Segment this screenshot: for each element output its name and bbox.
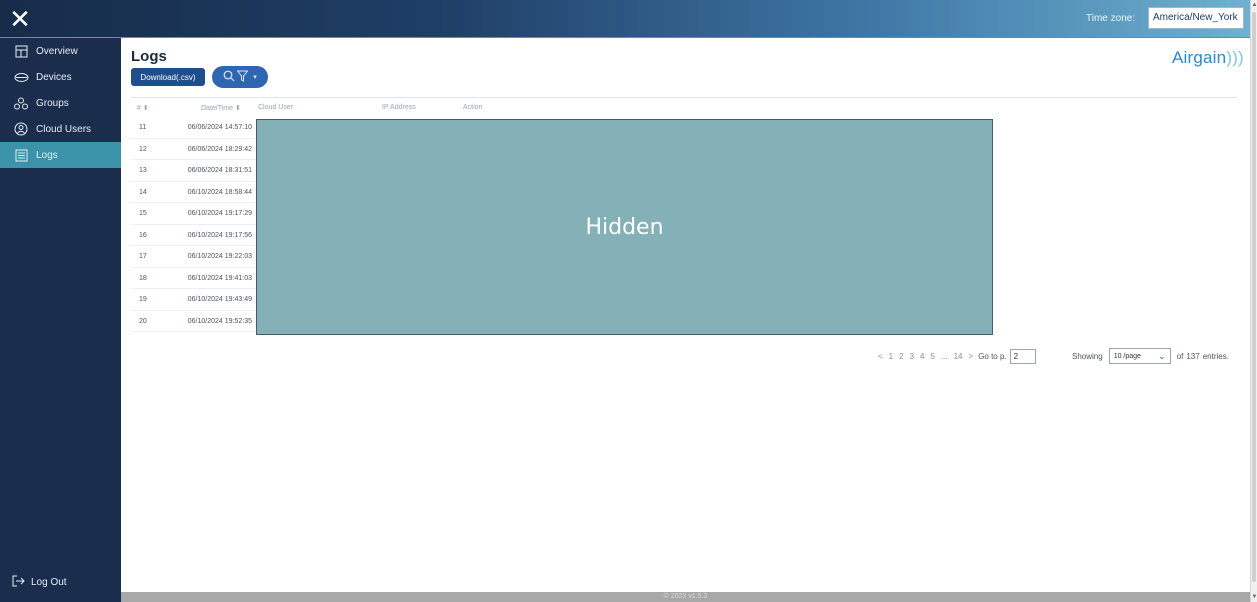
prev-page-button[interactable]: < xyxy=(878,352,883,361)
sidebar-item-devices[interactable]: Devices xyxy=(0,64,121,90)
table-row: 17 06/10/2024 19:22:03 xyxy=(131,246,256,268)
page-size-value: 10 /page xyxy=(1113,352,1141,360)
scroll-up-icon[interactable]: ▲ xyxy=(1251,0,1257,10)
row-index: 18 xyxy=(139,274,147,282)
showing-label: Showing xyxy=(1072,351,1103,361)
row-datetime: 06/10/2024 19:17:29 xyxy=(187,210,252,217)
filter-icon xyxy=(236,70,249,85)
sidebar-item-groups[interactable]: Groups xyxy=(0,90,121,116)
search-icon xyxy=(223,70,235,85)
sidebar: Overview Devices Groups Cloud Users Logs xyxy=(0,38,121,602)
row-index: 17 xyxy=(139,253,147,260)
redacted-label: Hidden xyxy=(585,214,664,240)
page-scrollbar[interactable]: ▲ ▼ xyxy=(1250,0,1257,602)
page-link-3[interactable]: 3 xyxy=(910,352,914,361)
entries-label: entries. xyxy=(1202,351,1229,361)
row-datetime: 06/06/2024 18:31:51 xyxy=(187,167,252,174)
groups-icon xyxy=(12,96,30,110)
sidebar-item-label: Groups xyxy=(36,97,69,109)
page-link-2[interactable]: 2 xyxy=(899,352,903,361)
devices-icon xyxy=(12,70,30,84)
page-ellipsis: ... xyxy=(940,351,948,361)
table-row: 20 06/10/2024 19:52:35 xyxy=(131,311,256,332)
table-row: 19 06/10/2024 19:43:49 xyxy=(131,289,256,311)
search-filter-button[interactable]: ▾ xyxy=(212,66,268,88)
divider xyxy=(131,97,1237,98)
scrollbar-thumb[interactable] xyxy=(1252,12,1256,582)
pagination: < 1 2 3 4 5 ... 14 > Go to p. 2 xyxy=(875,348,1036,364)
total-entries: 137 xyxy=(1186,351,1200,361)
chevron-down-icon: ▾ xyxy=(253,74,257,81)
footer: © 2023 v1.5.3 xyxy=(121,592,1250,602)
entries-summary: Showing 10 /page ⌄ of 137 entries. xyxy=(1072,348,1229,364)
sidebar-item-overview[interactable]: Overview xyxy=(0,38,121,64)
row-datetime: 06/06/2024 14:57:10 xyxy=(187,124,252,131)
page-link-1[interactable]: 1 xyxy=(889,352,893,361)
sidebar-item-cloud-users[interactable]: Cloud Users xyxy=(0,116,121,142)
table-row: 11 06/06/2024 14:57:10 xyxy=(131,117,256,139)
logout-button[interactable]: Log Out xyxy=(12,575,67,590)
page-link-5[interactable]: 5 xyxy=(930,352,934,361)
row-datetime: 06/10/2024 19:52:35 xyxy=(187,317,252,325)
overview-icon xyxy=(12,44,30,58)
sidebar-item-label: Cloud Users xyxy=(36,123,92,135)
table-row: 14 06/10/2024 18:58:44 xyxy=(131,182,256,203)
row-datetime: 06/10/2024 19:17:56 xyxy=(187,231,252,239)
row-index: 12 xyxy=(139,145,147,153)
brand-logo: Airgain))) xyxy=(1172,48,1244,68)
table-row: 12 06/06/2024 18:29:42 xyxy=(131,139,256,160)
cloud-users-icon xyxy=(12,122,30,136)
sidebar-item-label: Overview xyxy=(36,45,78,57)
column-header-index[interactable]: # ⬍ xyxy=(137,104,149,112)
download-csv-button[interactable]: Download(.csv) xyxy=(131,68,205,86)
table-row: 15 06/10/2024 19:17:29 xyxy=(131,203,256,225)
row-datetime: 06/10/2024 19:43:49 xyxy=(187,296,252,303)
timezone-label: Time zone: xyxy=(1086,13,1136,24)
of-label: of xyxy=(1176,351,1184,361)
row-datetime: 06/10/2024 19:41:03 xyxy=(187,274,252,282)
timezone-select[interactable]: America/New_York xyxy=(1148,7,1244,29)
row-index: 19 xyxy=(139,296,147,303)
row-datetime: 06/06/2024 18:29:42 xyxy=(187,145,252,153)
column-header-action: Action xyxy=(463,104,483,111)
logout-icon xyxy=(12,575,25,590)
column-header-ip-address: IP Address xyxy=(382,104,416,111)
row-index: 14 xyxy=(139,188,147,196)
page-size-select[interactable]: 10 /page ⌄ xyxy=(1108,348,1171,364)
column-header-cloud-user: Cloud User xyxy=(258,104,294,111)
row-index: 20 xyxy=(139,317,147,325)
chevron-down-icon: ⌄ xyxy=(1158,350,1166,361)
row-index: 11 xyxy=(139,124,147,131)
row-index: 15 xyxy=(139,210,147,217)
sidebar-item-logs[interactable]: Logs xyxy=(0,142,121,168)
signal-waves-icon: ))) xyxy=(1226,48,1244,67)
table-row: 16 06/10/2024 19:17:56 xyxy=(131,225,256,246)
sidebar-item-label: Logs xyxy=(36,149,58,161)
column-header-datetime[interactable]: Date/Time ⬍ xyxy=(201,104,241,112)
row-index: 16 xyxy=(139,231,147,239)
brand-name: Airgain xyxy=(1172,48,1227,67)
top-bar: ✕ Time zone: America/New_York xyxy=(0,0,1250,38)
scroll-down-icon[interactable]: ▼ xyxy=(1251,592,1257,602)
page-link-14[interactable]: 14 xyxy=(954,352,963,361)
close-icon[interactable]: ✕ xyxy=(0,0,40,38)
row-index: 13 xyxy=(139,167,147,174)
row-datetime: 06/10/2024 18:58:44 xyxy=(187,188,252,196)
row-datetime: 06/10/2024 19:22:03 xyxy=(187,253,252,260)
table-row: 18 06/10/2024 19:41:03 xyxy=(131,268,256,289)
page-link-4[interactable]: 4 xyxy=(920,352,924,361)
table-row: 13 06/06/2024 18:31:51 xyxy=(131,160,256,182)
sidebar-item-label: Devices xyxy=(36,71,72,83)
next-page-button[interactable]: > xyxy=(969,352,974,361)
redacted-overlay: Hidden xyxy=(256,119,993,335)
goto-label: Go to p. xyxy=(978,351,1007,361)
logs-icon xyxy=(12,148,30,162)
logout-label: Log Out xyxy=(31,577,67,588)
page-title: Logs xyxy=(131,48,167,65)
app-window: ✕ Time zone: America/New_York Overview D… xyxy=(0,0,1257,602)
goto-page-input[interactable]: 2 xyxy=(1009,348,1036,364)
